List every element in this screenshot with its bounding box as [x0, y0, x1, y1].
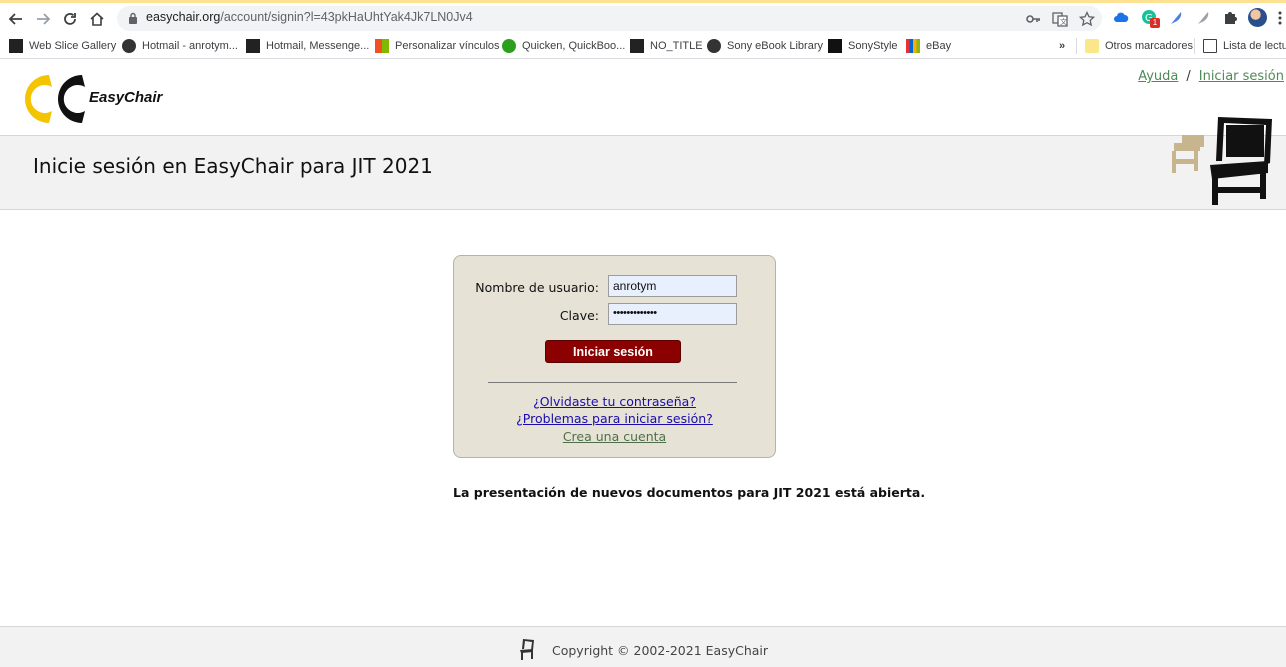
- more-bookmarks-button[interactable]: »: [1059, 37, 1065, 55]
- browser-toolbar: easychair.org/account/signin?l=43pkHaUht…: [0, 0, 1286, 33]
- submission-notice: La presentación de nuevos documentos par…: [453, 485, 926, 500]
- chairs-illustration: [1172, 117, 1272, 205]
- bookmark-separator: [1194, 38, 1195, 54]
- folder-icon: [1085, 39, 1099, 53]
- copyright-text: Copyright © 2002-2021 EasyChair: [552, 643, 769, 658]
- signin-problems-link[interactable]: ¿Problemas para iniciar sesión?: [454, 411, 775, 426]
- forward-button[interactable]: [33, 9, 53, 29]
- password-input[interactable]: •••••••••••••: [608, 303, 737, 325]
- feather-blue-icon[interactable]: [1168, 10, 1184, 26]
- username-input[interactable]: anrotym: [608, 275, 737, 297]
- bookmark-sonystyle[interactable]: SonyStyle: [828, 37, 898, 55]
- back-button[interactable]: [6, 9, 26, 29]
- title-band: Inicie sesión en EasyChair para JIT 2021: [0, 135, 1286, 210]
- web-slice-icon: [9, 39, 23, 53]
- extension-with-badge[interactable]: G 1: [1141, 9, 1160, 28]
- url-text[interactable]: easychair.org/account/signin?l=43pkHaUht…: [146, 10, 473, 24]
- cloud-extension-icon[interactable]: [1113, 10, 1129, 26]
- lock-icon: [129, 12, 137, 24]
- username-label: Nombre de usuario:: [475, 280, 599, 295]
- key-icon[interactable]: [1025, 11, 1041, 27]
- quickbooks-icon: [502, 39, 516, 53]
- globe-icon: [122, 39, 136, 53]
- menu-kebab-icon[interactable]: [1272, 10, 1286, 26]
- signin-link[interactable]: Iniciar sesión: [1199, 69, 1284, 84]
- bookmark-web-slice-gallery[interactable]: Web Slice Gallery: [9, 37, 116, 55]
- arrow-left-icon: [8, 13, 22, 25]
- page-content: EasyChair Ayuda / Iniciar sesión Inicie se…: [0, 59, 1286, 667]
- puzzle-icon[interactable]: [1222, 10, 1238, 26]
- bookmark-personalizar-vinculos[interactable]: Personalizar vínculos: [375, 37, 500, 55]
- bookmark-page-icon: [630, 39, 644, 53]
- star-icon[interactable]: [1079, 11, 1095, 27]
- home-button[interactable]: [87, 9, 107, 29]
- reading-list-button[interactable]: Lista de lectur: [1203, 37, 1286, 55]
- address-bar[interactable]: easychair.org/account/signin?l=43pkHaUht…: [117, 6, 1102, 31]
- bookmark-quicken[interactable]: Quicken, QuickBoo...: [502, 37, 625, 55]
- extension-badge: 1: [1150, 18, 1160, 28]
- bookmark-sony-ebook-library[interactable]: Sony eBook Library: [707, 37, 823, 55]
- signin-button[interactable]: Iniciar sesión: [545, 340, 681, 363]
- translate-icon[interactable]: 文: [1052, 11, 1068, 27]
- bookmark-hotmail-messenger[interactable]: Hotmail, Messenge...: [246, 37, 369, 55]
- forgot-password-link[interactable]: ¿Olvidaste tu contraseña?: [454, 394, 775, 409]
- other-bookmarks-folder[interactable]: Otros marcadores: [1085, 37, 1193, 55]
- reload-button[interactable]: [60, 9, 80, 29]
- top-links: Ayuda / Iniciar sesión: [1138, 69, 1284, 84]
- reading-list-icon: [1203, 39, 1217, 53]
- password-label: Clave:: [559, 308, 599, 323]
- form-divider: [488, 382, 737, 383]
- create-account-link[interactable]: Crea una cuenta: [454, 429, 775, 444]
- msn-icon: [246, 39, 260, 53]
- home-icon: [90, 12, 104, 26]
- feather-gray-icon[interactable]: [1195, 10, 1211, 26]
- sonystyle-icon: [828, 39, 842, 53]
- profile-avatar[interactable]: [1248, 8, 1267, 27]
- arrow-right-icon: [37, 13, 51, 25]
- reload-icon: [64, 13, 76, 25]
- bookmark-hotmail[interactable]: Hotmail - anrotym...: [122, 37, 238, 55]
- ebay-icon: [906, 39, 920, 53]
- bookmark-no-title[interactable]: NO_TITLE: [630, 37, 703, 55]
- svg-text:文: 文: [1060, 17, 1067, 26]
- bookmark-ebay[interactable]: eBay: [906, 37, 951, 55]
- bookmark-separator: [1076, 38, 1077, 54]
- globe-icon: [707, 39, 721, 53]
- logo-text: EasyChair: [89, 89, 163, 106]
- help-link[interactable]: Ayuda: [1138, 69, 1178, 84]
- page-title: Inicie sesión en EasyChair para JIT 2021: [33, 154, 433, 178]
- login-form: Nombre de usuario: anrotym Clave: ••••••…: [453, 255, 776, 458]
- link-separator: /: [1186, 69, 1191, 84]
- chair-icon: [520, 639, 534, 660]
- bookmarks-bar: Web Slice Gallery Hotmail - anrotym... H…: [0, 33, 1286, 59]
- windows-icon: [375, 39, 389, 53]
- footer: Copyright © 2002-2021 EasyChair: [0, 626, 1286, 667]
